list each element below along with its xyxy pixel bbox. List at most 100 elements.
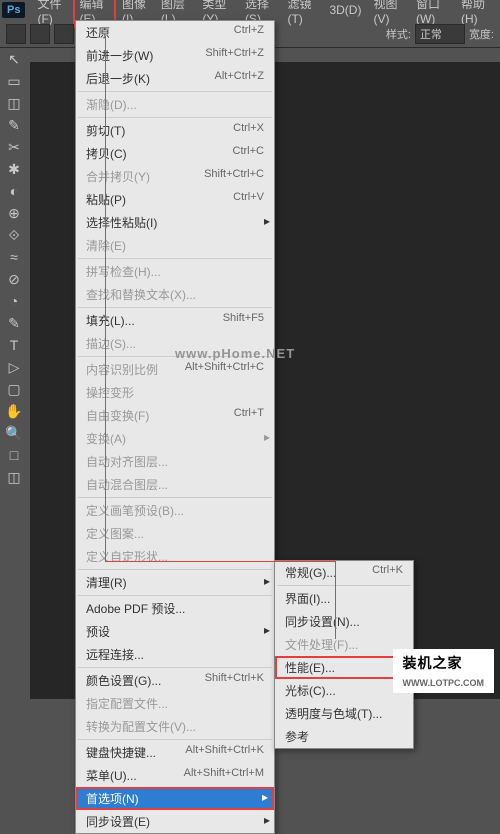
- tool-14[interactable]: ▷: [0, 356, 28, 378]
- menubar: Ps 文件(F) 编辑(E) 图像(I) 图层(L) 类型(Y) 选择(S) 滤…: [0, 0, 500, 20]
- menu-item[interactable]: 填充(L)...Shift+F5: [76, 309, 274, 332]
- menu-item-label: 自由变换(F): [86, 407, 149, 424]
- separator: [277, 585, 411, 586]
- menu-item-label: 后退一步(K): [86, 70, 150, 87]
- menu-item-label: 拼写检查(H)...: [86, 263, 161, 280]
- menu-item[interactable]: 同步设置(N)...: [275, 610, 413, 633]
- shortcut: Ctrl+K: [372, 564, 403, 581]
- separator: [78, 667, 272, 668]
- ps-logo: Ps: [2, 2, 25, 18]
- menu-item[interactable]: 键盘快捷键...Alt+Shift+Ctrl+K: [76, 741, 274, 764]
- mode-icon-2[interactable]: [54, 24, 74, 44]
- menu-item[interactable]: 参考: [275, 725, 413, 748]
- submenu-arrow-icon: ▸: [264, 430, 270, 444]
- shortcut: Alt+Shift+Ctrl+M: [184, 767, 264, 784]
- menu-item-label: 颜色设置(G)...: [86, 672, 161, 689]
- tool-3[interactable]: ✎: [0, 114, 28, 136]
- style-select[interactable]: 正常: [415, 24, 465, 44]
- menu-item[interactable]: 界面(I)...: [275, 587, 413, 610]
- tools-panel: ↖▭◫✎✂✱◐⊕⟐≈⊘◔✎T▷▢✋🔍□◫: [0, 48, 30, 488]
- tool-12[interactable]: ✎: [0, 312, 28, 334]
- menu-item-label: 变换(A): [86, 430, 126, 447]
- menu-item-label: 清除(E): [86, 237, 126, 254]
- shortcut: Ctrl+V: [233, 191, 264, 208]
- menu-item-label: 参考: [285, 728, 309, 745]
- menu-item: 定义画笔预设(B)...: [76, 499, 274, 522]
- menu-item[interactable]: 首选项(N)▸: [76, 787, 274, 810]
- shortcut: Ctrl+X: [233, 122, 264, 139]
- marquee-tool-icon[interactable]: [6, 24, 26, 44]
- menu-item-label: 前进一步(W): [86, 47, 153, 64]
- menu-item[interactable]: Adobe PDF 预设...: [76, 597, 274, 620]
- separator: [78, 569, 272, 570]
- menu-item-label: 同步设置(N)...: [285, 613, 360, 630]
- tool-9[interactable]: ≈: [0, 246, 28, 268]
- tool-13[interactable]: T: [0, 334, 28, 356]
- menu-filter[interactable]: 滤镜(T): [281, 0, 323, 28]
- submenu-arrow-icon: ▸: [264, 623, 270, 637]
- menu-item[interactable]: 同步设置(E)▸: [76, 810, 274, 833]
- menu-item: 渐隐(D)...: [76, 93, 274, 116]
- menu-item-label: 同步设置(E): [86, 813, 150, 830]
- menu-item-label: 渐隐(D)...: [86, 96, 137, 113]
- menu-item-label: 内容识别比例: [86, 361, 158, 378]
- tool-0[interactable]: ↖: [0, 48, 28, 70]
- menu-item: 清除(E): [76, 234, 274, 257]
- menu-item[interactable]: 远程连接...: [76, 643, 274, 666]
- menu-item-label: 光标(C)...: [285, 682, 336, 699]
- tool-5[interactable]: ✱: [0, 158, 28, 180]
- tool-17[interactable]: 🔍: [0, 422, 28, 444]
- menu-item[interactable]: 菜单(U)... Alt+Shift+Ctrl+M: [76, 764, 274, 787]
- separator: [78, 91, 272, 92]
- menu-item[interactable]: 剪切(T) Ctrl+X: [76, 119, 274, 142]
- menu-item[interactable]: 还原 Ctrl+Z: [76, 21, 274, 44]
- separator: [78, 497, 272, 498]
- menu-item[interactable]: 选择性粘贴(I)▸: [76, 211, 274, 234]
- menu-item-label: 还原: [86, 24, 110, 41]
- mode-icon[interactable]: [30, 24, 50, 44]
- tool-2[interactable]: ◫: [0, 92, 28, 114]
- tool-4[interactable]: ✂: [0, 136, 28, 158]
- menu-item: 拼写检查(H)...: [76, 260, 274, 283]
- menu-item-label: 拷贝(C): [86, 145, 127, 162]
- tool-8[interactable]: ⟐: [0, 224, 28, 246]
- menu-item-label: 预设: [86, 623, 110, 640]
- shortcut: Ctrl+Z: [234, 24, 264, 41]
- style-label: 样式:: [386, 26, 411, 42]
- width-label: 宽度:: [469, 26, 494, 42]
- menu-item-label: 首选项(N): [86, 790, 139, 807]
- shortcut: Ctrl+C: [233, 145, 264, 162]
- menu-item-label: 剪切(T): [86, 122, 125, 139]
- menu-item-label: 菜单(U)...: [86, 767, 137, 784]
- menu-item: 内容识别比例 Alt+Shift+Ctrl+C: [76, 358, 274, 381]
- tool-1[interactable]: ▭: [0, 70, 28, 92]
- menu-item[interactable]: 粘贴(P)Ctrl+V: [76, 188, 274, 211]
- tool-19[interactable]: ◫: [0, 466, 28, 488]
- menu-item[interactable]: 后退一步(K)Alt+Ctrl+Z: [76, 67, 274, 90]
- menu-item[interactable]: 拷贝(C) Ctrl+C: [76, 142, 274, 165]
- tool-6[interactable]: ◐: [0, 180, 28, 202]
- menu-item-label: 键盘快捷键...: [86, 744, 156, 761]
- separator: [78, 595, 272, 596]
- tool-7[interactable]: ⊕: [0, 202, 28, 224]
- menu-item[interactable]: 清理(R)▸: [76, 571, 274, 594]
- menu-item[interactable]: 常规(G)...Ctrl+K: [275, 561, 413, 584]
- menu-item[interactable]: 前进一步(W)Shift+Ctrl+Z: [76, 44, 274, 67]
- tool-15[interactable]: ▢: [0, 378, 28, 400]
- menu-view[interactable]: 视图(V): [367, 0, 410, 28]
- shortcut: Alt+Shift+Ctrl+C: [185, 361, 264, 378]
- menu-item-label: 填充(L)...: [86, 312, 135, 329]
- menu-3d[interactable]: 3D(D): [323, 1, 367, 19]
- separator: [78, 307, 272, 308]
- tool-18[interactable]: □: [0, 444, 28, 466]
- shortcut: Shift+Ctrl+K: [205, 672, 264, 689]
- tool-10[interactable]: ⊘: [0, 268, 28, 290]
- menu-item[interactable]: 预设 ▸: [76, 620, 274, 643]
- menu-item[interactable]: 透明度与色域(T)...: [275, 702, 413, 725]
- menu-item-label: 界面(I)...: [285, 590, 330, 607]
- menu-item-label: 选择性粘贴(I): [86, 214, 157, 231]
- menu-item[interactable]: 颜色设置(G)... Shift+Ctrl+K: [76, 669, 274, 692]
- tool-11[interactable]: ◔: [0, 290, 28, 312]
- menu-item: 自动混合图层...: [76, 473, 274, 496]
- tool-16[interactable]: ✋: [0, 400, 28, 422]
